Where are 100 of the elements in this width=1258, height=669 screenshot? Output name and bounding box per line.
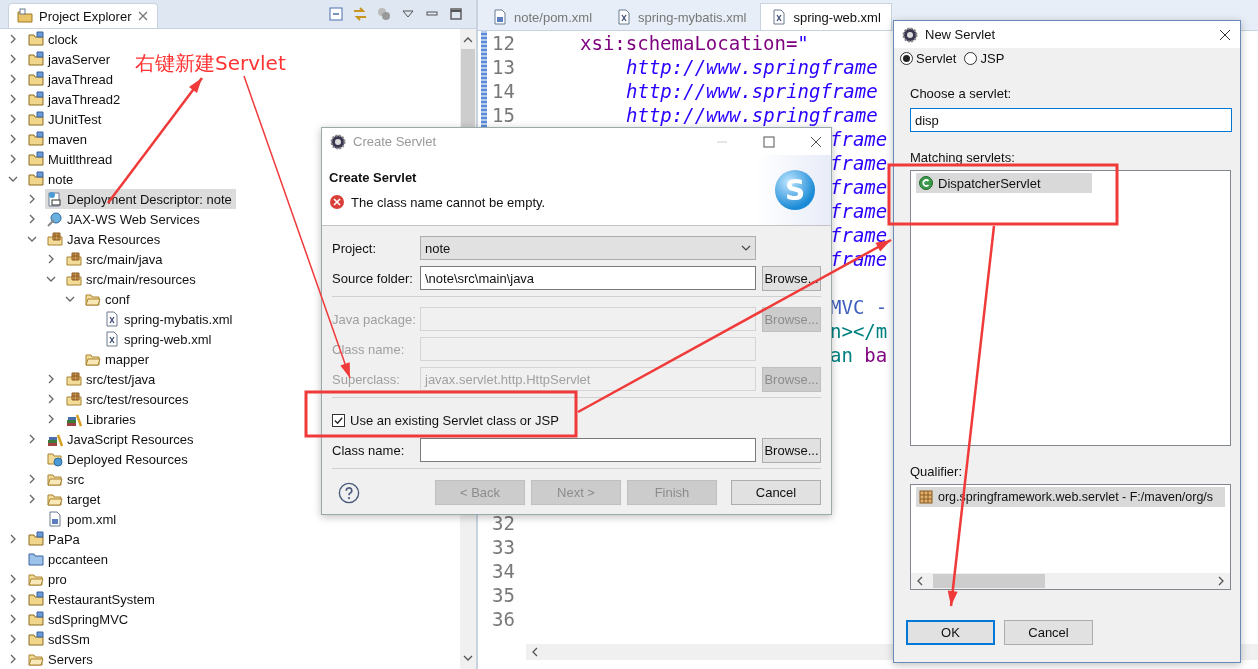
chevron-icon[interactable]: [27, 434, 37, 444]
chevron-icon[interactable]: [46, 374, 56, 384]
scroll-left-icon[interactable]: [530, 647, 540, 657]
tree-item[interactable]: javaThread: [26, 69, 118, 89]
chevron-icon[interactable]: [8, 74, 18, 84]
dropdown[interactable]: note: [420, 236, 756, 260]
tree-item[interactable]: JUnitTest: [26, 109, 106, 129]
tree-item[interactable]: Muitlthread: [26, 149, 117, 169]
tree-item[interactable]: mapper: [83, 349, 154, 369]
tree-item[interactable]: sdSpringMVC: [26, 609, 133, 629]
dialog-button[interactable]: OK: [906, 620, 995, 645]
line-number: 12: [492, 32, 515, 54]
chevron-icon[interactable]: [8, 174, 18, 184]
dialog-button[interactable]: Cancel: [1004, 620, 1093, 645]
chevron-icon[interactable]: [8, 94, 18, 104]
project-folder-icon: [28, 91, 44, 107]
chevron-icon[interactable]: [8, 654, 18, 664]
browse-button[interactable]: Browse...: [762, 437, 821, 463]
chevron-icon[interactable]: [46, 274, 56, 284]
chevron-icon[interactable]: [8, 134, 18, 144]
editor-tab[interactable]: note/pom.xml: [482, 4, 603, 30]
tree-item[interactable]: src/test/resources: [64, 389, 193, 409]
code-line: n></m: [830, 320, 888, 342]
help-icon[interactable]: [338, 481, 360, 504]
tree-item[interactable]: pom.xml: [45, 509, 121, 529]
tree-item[interactable]: clock: [26, 29, 82, 49]
tree-item[interactable]: javaThread2: [26, 89, 125, 109]
tree-item[interactable]: Servers: [26, 649, 97, 669]
editor-tab[interactable]: spring-web.xml: [760, 3, 892, 30]
tree-item[interactable]: RestaurantSystem: [26, 589, 159, 609]
line-number: 32: [492, 512, 515, 534]
tree-item[interactable]: sdSSm: [26, 629, 94, 649]
tree-item[interactable]: Deployed Resources: [45, 449, 192, 469]
scroll-left-icon[interactable]: [915, 576, 925, 586]
tree-item[interactable]: PaPa: [26, 529, 84, 549]
field-label: Project:: [332, 240, 378, 256]
chevron-icon[interactable]: [27, 494, 37, 504]
field-label: Source folder:: [332, 270, 414, 286]
checkbox[interactable]: Use an existing Servlet class or JSP: [332, 412, 559, 428]
view-tab[interactable]: Project Explorer: [8, 3, 159, 28]
tree-item[interactable]: spring-mybatis.xml: [102, 309, 237, 329]
chevron-icon[interactable]: [27, 474, 37, 484]
window-title: New Servlet: [925, 27, 996, 42]
tree-item[interactable]: JavaScript Resources: [45, 429, 198, 449]
code-line: frame: [830, 152, 888, 174]
chevron-icon[interactable]: [27, 214, 37, 224]
chevron-icon[interactable]: [8, 614, 18, 624]
chevron-icon[interactable]: [46, 394, 56, 404]
tree-item[interactable]: Java Resources: [45, 229, 165, 249]
tree-item[interactable]: maven: [26, 129, 92, 149]
xml-file-icon: [104, 331, 120, 347]
chevron-icon[interactable]: [65, 294, 75, 304]
input-field[interactable]: \note\src\main\java: [420, 266, 756, 290]
scroll-up-icon[interactable]: [463, 35, 473, 45]
maximize-icon[interactable]: [448, 6, 464, 22]
close-icon[interactable]: [809, 134, 823, 149]
chevron-icon[interactable]: [8, 154, 18, 164]
list-item[interactable]: DispatcherServlet: [916, 173, 1092, 193]
field-label: Superclass:: [332, 371, 401, 387]
line-number: 13: [492, 56, 515, 78]
chevron-icon[interactable]: [8, 534, 18, 544]
chevron-icon[interactable]: [8, 114, 18, 124]
radio-button[interactable]: Servlet: [900, 50, 957, 66]
chevron-icon[interactable]: [27, 194, 37, 204]
scroll-down-icon[interactable]: [463, 653, 473, 663]
tree-item[interactable]: note: [26, 169, 78, 189]
tree-item[interactable]: javaServer: [26, 49, 115, 69]
tree-item[interactable]: src/test/java: [64, 369, 160, 389]
input-field[interactable]: [420, 438, 756, 462]
chevron-icon[interactable]: [27, 234, 37, 244]
package-icon: [918, 489, 934, 505]
chevron-icon[interactable]: [8, 594, 18, 604]
tree-item[interactable]: pro: [26, 569, 71, 589]
chevron-icon[interactable]: [46, 254, 56, 264]
tree-item[interactable]: target: [45, 489, 105, 509]
field-label: Matching servlets:: [910, 150, 1016, 165]
tree-item[interactable]: JAX-WS Web Services: [45, 209, 204, 229]
tree-item[interactable]: src/main/resources: [64, 269, 200, 289]
xml-file-icon: [771, 9, 788, 25]
close-icon[interactable]: [1218, 27, 1232, 42]
input-field[interactable]: disp: [910, 108, 1232, 132]
scrollbar[interactable]: [911, 573, 1230, 589]
tree-item[interactable]: src: [45, 469, 89, 489]
tree-item[interactable]: spring-web.xml: [102, 329, 216, 349]
chevron-icon[interactable]: [8, 574, 18, 584]
chevron-icon[interactable]: [8, 34, 18, 44]
browse-button[interactable]: Browse...: [762, 265, 821, 291]
error-message: The class name cannot be empty.: [351, 194, 546, 210]
tree-item[interactable]: Libraries: [64, 409, 140, 429]
radio-button[interactable]: JSP: [964, 50, 1005, 66]
editor-tab[interactable]: spring-mybatis.xml: [606, 4, 757, 30]
tree-item[interactable]: pccanteen: [26, 549, 112, 569]
chevron-icon[interactable]: [8, 54, 18, 64]
tree-item[interactable]: conf: [83, 289, 134, 309]
chevron-icon[interactable]: [46, 414, 56, 424]
tree-item[interactable]: src/main/java: [64, 249, 167, 269]
chevron-icon[interactable]: [8, 634, 18, 644]
scroll-right-icon[interactable]: [1216, 576, 1226, 586]
collapse-all-icon[interactable]: [328, 6, 344, 22]
wizard-button[interactable]: Cancel: [731, 480, 821, 505]
